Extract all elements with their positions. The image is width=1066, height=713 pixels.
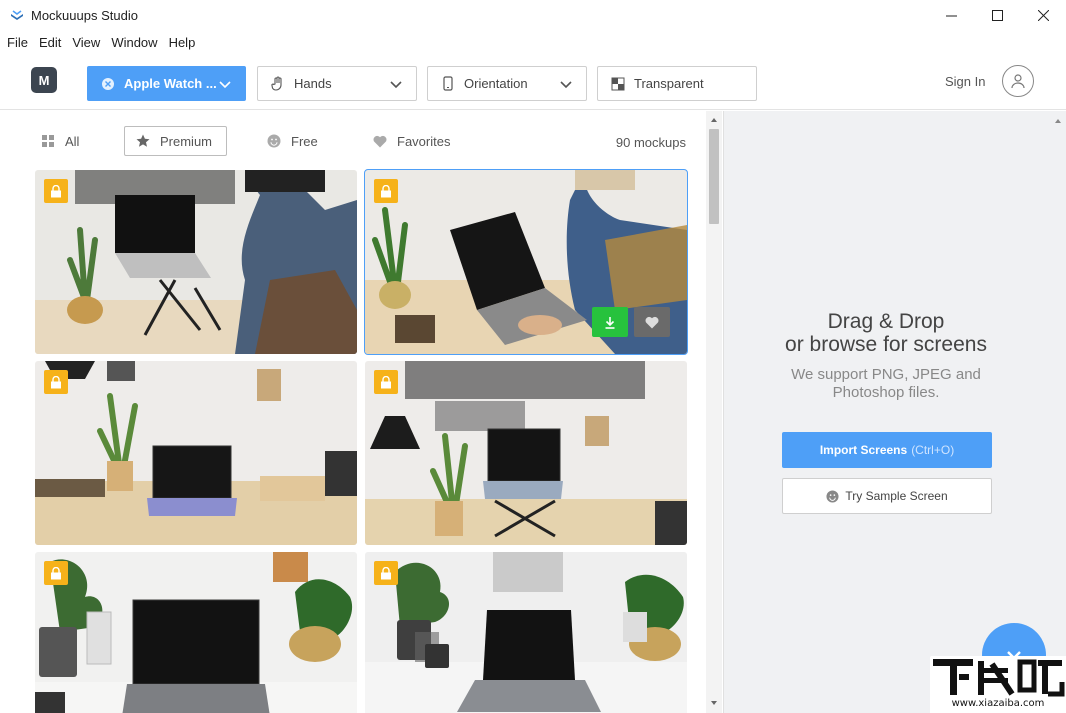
mockup-card[interactable] — [35, 170, 357, 354]
lock-icon — [380, 376, 392, 389]
chevron-down-icon — [560, 78, 572, 90]
card-actions — [592, 307, 670, 337]
mockup-preview-image — [35, 170, 357, 354]
mockup-preview-image — [365, 552, 687, 713]
maximize-button[interactable] — [974, 0, 1020, 30]
menu-help[interactable]: Help — [169, 35, 196, 50]
mockup-card[interactable] — [365, 361, 687, 545]
mockup-preview-image — [365, 361, 687, 545]
heart-icon — [645, 316, 659, 329]
lock-icon — [50, 185, 62, 198]
import-screens-label: Import Screens — [820, 443, 907, 457]
lock-icon — [380, 185, 392, 198]
smile-icon — [826, 490, 839, 503]
mockup-library-panel: All Premium Free Favorites 90 mockups — [0, 111, 722, 713]
grid-icon — [41, 134, 55, 148]
mockup-card[interactable] — [35, 552, 357, 713]
smile-icon — [267, 134, 281, 148]
filter-favorites-label: Favorites — [397, 134, 450, 149]
drop-zone-title: Drag & Drop — [724, 310, 1048, 333]
phone-portrait-icon — [440, 76, 456, 92]
hands-dropdown[interactable]: Hands — [257, 66, 417, 101]
premium-lock-badge — [374, 370, 398, 394]
filter-free[interactable]: Free — [267, 126, 318, 156]
import-screens-button[interactable]: Import Screens (Ctrl+O) — [782, 432, 992, 468]
mockup-list-scrollbar[interactable] — [706, 111, 722, 713]
mockup-card[interactable] — [35, 361, 357, 545]
filter-all-label: All — [65, 134, 79, 149]
star-icon — [136, 134, 150, 148]
minimize-button[interactable] — [928, 0, 974, 30]
filter-premium-label: Premium — [160, 134, 212, 149]
chevron-down-icon — [219, 78, 231, 90]
chevron-down-icon — [390, 78, 402, 90]
menu-file[interactable]: File — [7, 35, 28, 50]
hands-dropdown-label: Hands — [294, 76, 332, 91]
lock-icon — [50, 376, 62, 389]
scrollbar-thumb[interactable] — [709, 129, 719, 224]
premium-lock-badge — [374, 561, 398, 585]
app-logo-icon — [9, 7, 25, 23]
close-icon — [1038, 10, 1049, 21]
hand-icon — [270, 76, 286, 92]
background-dropdown[interactable]: Transparent — [597, 66, 757, 101]
orientation-dropdown[interactable]: Orientation — [427, 66, 587, 101]
screen-drop-zone[interactable]: Drag & Drop or browse for screens We sup… — [723, 111, 1066, 713]
transparent-icon — [610, 76, 626, 92]
user-icon — [1010, 73, 1026, 89]
toolbar: M Apple Watch ... Hands Orientation Tran… — [0, 54, 1066, 110]
menu-window[interactable]: Window — [111, 35, 157, 50]
title-bar: Mockuuups Studio — [0, 0, 1066, 30]
menu-bar: File Edit View Window Help — [0, 31, 206, 53]
maximize-icon — [992, 10, 1003, 21]
mockup-preview-image — [35, 361, 357, 545]
menu-view[interactable]: View — [72, 35, 100, 50]
scroll-down-icon[interactable] — [710, 699, 718, 707]
sign-in-link[interactable]: Sign In — [945, 74, 985, 89]
lock-icon — [380, 567, 392, 580]
mockup-card[interactable] — [365, 170, 687, 354]
orientation-dropdown-label: Orientation — [464, 76, 528, 91]
watermark-site-text: www.xiazaiba.com — [930, 698, 1066, 709]
filter-all[interactable]: All — [41, 126, 79, 156]
background-dropdown-label: Transparent — [634, 76, 704, 91]
filter-favorites[interactable]: Favorites — [373, 126, 450, 156]
mockup-preview-image — [35, 552, 357, 713]
watermark-logo-icon — [930, 656, 1066, 698]
site-watermark: www.xiazaiba.com — [930, 656, 1066, 713]
favorite-button[interactable] — [634, 307, 670, 337]
filter-premium[interactable]: Premium — [124, 126, 227, 156]
scroll-up-icon[interactable] — [710, 116, 718, 124]
supported-formats-text: We support PNG, JPEG and — [724, 366, 1048, 384]
try-sample-screen-button[interactable]: Try Sample Screen — [782, 478, 992, 514]
scroll-up-icon[interactable] — [1054, 117, 1062, 125]
download-icon — [604, 316, 616, 329]
premium-lock-badge — [44, 370, 68, 394]
mockup-card[interactable] — [365, 552, 687, 713]
user-avatar-button[interactable] — [1002, 65, 1034, 97]
close-button[interactable] — [1020, 0, 1066, 30]
watch-icon — [100, 76, 116, 92]
device-dropdown[interactable]: Apple Watch ... — [87, 66, 246, 101]
window-controls — [928, 0, 1066, 30]
menu-edit[interactable]: Edit — [39, 35, 61, 50]
filter-free-label: Free — [291, 134, 318, 149]
window-title: Mockuuups Studio — [31, 8, 138, 23]
mockup-count: 90 mockups — [616, 135, 686, 150]
brand-logo[interactable]: M — [31, 67, 57, 93]
device-dropdown-label: Apple Watch ... — [124, 76, 217, 91]
lock-icon — [50, 567, 62, 580]
premium-lock-badge — [374, 179, 398, 203]
supported-formats-text-2: Photoshop files. — [724, 384, 1048, 402]
filter-bar: All Premium Free Favorites 90 mockups — [0, 111, 706, 171]
heart-icon — [373, 134, 387, 148]
minimize-icon — [946, 10, 957, 21]
drop-zone-subtitle: or browse for screens — [724, 333, 1048, 356]
try-sample-screen-label: Try Sample Screen — [845, 489, 947, 503]
download-button[interactable] — [592, 307, 628, 337]
premium-lock-badge — [44, 179, 68, 203]
premium-lock-badge — [44, 561, 68, 585]
import-shortcut-label: (Ctrl+O) — [911, 443, 954, 457]
